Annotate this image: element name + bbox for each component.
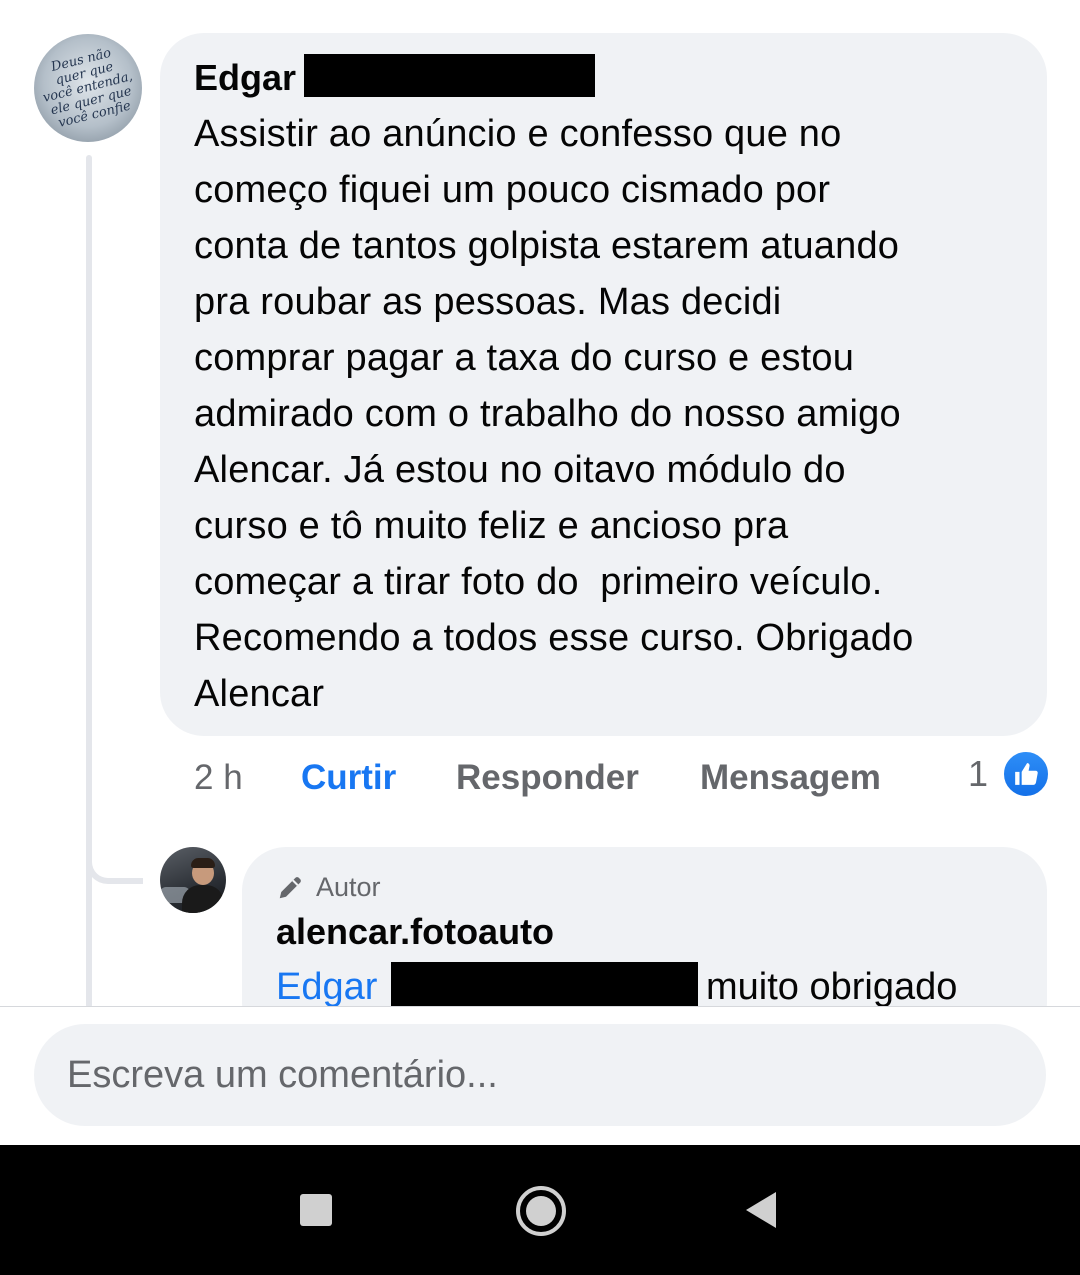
comment-line: Recomendo a todos esse curso. Obrigado (194, 617, 914, 659)
thread-connector-line (86, 155, 92, 1008)
comment-line: conta de tantos golpista estarem atuando (194, 225, 900, 267)
reply-author-name[interactable]: alencar.fotoauto (276, 910, 554, 954)
commenter-avatar[interactable]: Deus não quer que você entenda, ele quer… (34, 34, 142, 142)
message-button[interactable]: Mensagem (700, 756, 881, 800)
comment-line: Assistir ao anúncio e confesso que no (194, 113, 842, 155)
comment-timestamp[interactable]: 2 h (194, 756, 243, 800)
reply-text: muito obrigado (706, 966, 958, 1008)
comment-line: começar a tirar foto do primeiro veículo… (194, 561, 883, 603)
comment-line: admirado com o trabalho do nosso amigo (194, 393, 901, 435)
pencil-icon (279, 877, 301, 899)
reply-author-avatar[interactable] (160, 847, 226, 913)
reaction-count[interactable]: 1 (968, 752, 988, 796)
home-circle-inner (526, 1196, 556, 1226)
comment-line: curso e tô muito feliz e ancioso pra (194, 505, 789, 547)
comment-line: começo fiquei um pouco cismado por (194, 169, 831, 211)
thumbs-up-icon[interactable] (1002, 750, 1050, 798)
comment-line: Alencar. Já estou no oitavo módulo do (194, 449, 846, 491)
author-badge: Autor (276, 870, 381, 904)
redaction-bar (304, 54, 595, 97)
comment-line: comprar pagar a taxa do curso e estou (194, 337, 855, 379)
avatar-script-text: Deus não quer que você entenda, ele quer… (41, 45, 135, 131)
mention-link[interactable]: Edgar (276, 966, 377, 1008)
author-badge-label: Autor (316, 871, 381, 902)
comment-author-name[interactable]: Edgar (194, 56, 296, 100)
comment-line: Alencar (194, 673, 325, 715)
redaction-bar (391, 962, 698, 1006)
like-button[interactable]: Curtir (301, 756, 396, 800)
reply-button[interactable]: Responder (456, 756, 639, 800)
reply-mention[interactable]: Edgar (276, 962, 377, 1012)
thread-reply-connector (86, 850, 143, 884)
comment-line: pra roubar as pessoas. Mas decidi (194, 281, 782, 323)
recents-square-icon[interactable] (300, 1194, 332, 1226)
comment-text: Assistir ao anúncio e confesso que no co… (194, 106, 1034, 722)
comment-input[interactable]: Escreva um comentário... (34, 1024, 1046, 1126)
back-triangle-icon[interactable] (746, 1192, 776, 1228)
